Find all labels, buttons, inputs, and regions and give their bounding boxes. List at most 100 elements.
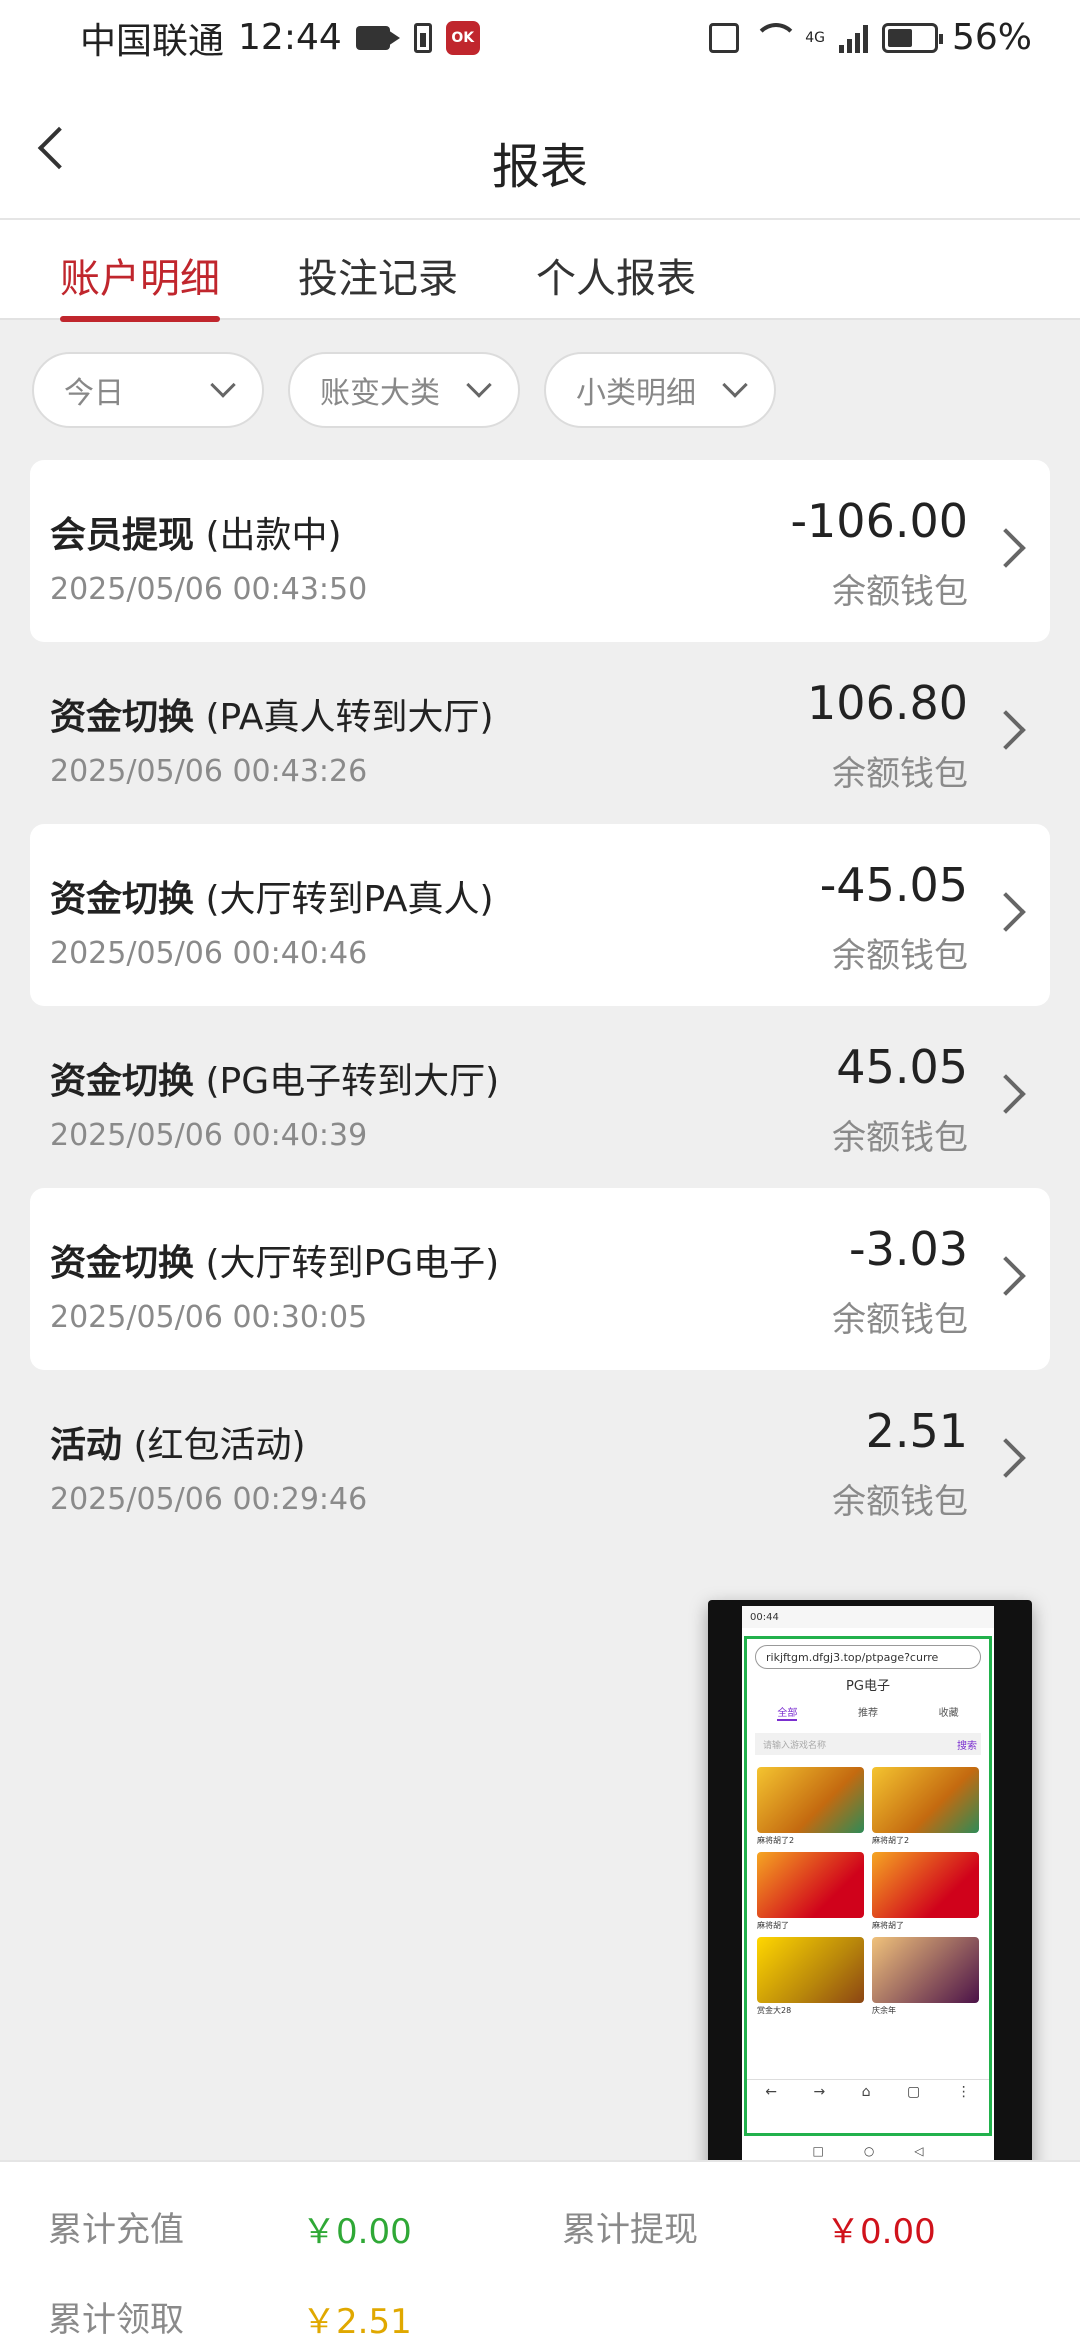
transaction-type: 资金切换 <box>50 697 195 738</box>
tab-account-details[interactable]: 账户明细 <box>60 220 220 322</box>
status-bar: 中国联通 12:44 OK 4G 56% <box>0 0 1080 75</box>
game-name: 麻将胡了 <box>757 1921 789 1930</box>
transaction-detail: (大厅转到PG电子) <box>205 1243 500 1284</box>
transaction-title: 资金切换 (大厅转到PA真人) <box>50 870 494 922</box>
back-icon[interactable]: ← <box>765 2084 777 2100</box>
filter-bar: 今日 账变大类 小类明细 <box>32 352 776 428</box>
category-filter-label: 账变大类 <box>320 376 440 411</box>
total-withdraw-label: 累计提现 <box>562 2210 698 2250</box>
pip-search-input[interactable]: 请输入游戏名称 搜索 <box>755 1733 981 1755</box>
pip-game-tile[interactable]: 赏金大28 <box>757 1937 864 2016</box>
chevron-right-icon <box>986 892 1026 932</box>
transaction-type: 会员提现 <box>50 515 195 556</box>
transaction-detail: (大厅转到PA真人) <box>205 879 494 920</box>
chevron-right-icon <box>986 1256 1026 1296</box>
menu-icon[interactable]: ⋮ <box>957 2084 971 2100</box>
pip-page-title: PG电子 <box>846 1679 890 1694</box>
transaction-row[interactable]: 活动 (红包活动) 2025/05/06 00:29:46 2.51 余额钱包 <box>30 1370 1050 1552</box>
transaction-amount: 106.80 <box>807 676 968 730</box>
pip-search-placeholder: 请输入游戏名称 <box>763 1740 827 1751</box>
subcategory-filter-dropdown[interactable]: 小类明细 <box>544 352 776 428</box>
pip-game-tile[interactable]: 庆余年 <box>872 1937 979 2016</box>
battery-icon <box>881 22 943 53</box>
network-type: 4G <box>805 29 825 46</box>
transaction-detail: (出款中) <box>205 515 342 556</box>
game-thumbnail <box>872 1852 979 1918</box>
transaction-datetime: 2025/05/06 00:30:05 <box>50 1300 368 1335</box>
transaction-amount: -3.03 <box>848 1222 968 1276</box>
transaction-type: 活动 <box>50 1425 123 1466</box>
total-claimed-value: ￥2.51 <box>302 2302 412 2340</box>
summary-footer: 累计充值 ￥0.00 累计提现 ￥0.00 累计领取 ￥2.51 <box>0 2160 1080 2340</box>
pip-tab-recommended[interactable]: 推荐 <box>858 1704 878 1721</box>
date-filter-label: 今日 <box>64 376 124 411</box>
pip-tabs: 全部 推荐 收藏 <box>747 1704 989 1721</box>
battery-alert-icon <box>413 22 432 53</box>
transaction-title: 资金切换 (PA真人转到大厅) <box>50 688 494 740</box>
transaction-datetime: 2025/05/06 00:43:26 <box>50 754 368 789</box>
pip-game-tile[interactable]: 麻将胡了2 <box>757 1767 864 1846</box>
game-name: 麻将胡了2 <box>757 1836 795 1845</box>
pip-url-bar[interactable]: rikjftgm.dfgj3.top/ptpage?curre <box>755 1645 981 1669</box>
transaction-amount: 45.05 <box>836 1040 968 1094</box>
signal-icon <box>838 23 868 53</box>
transaction-detail: (PG电子转到大厅) <box>205 1061 500 1102</box>
pip-game-tile[interactable]: 麻将胡了2 <box>872 1767 979 1846</box>
recents-icon[interactable]: □ <box>812 2144 823 2158</box>
game-name: 庆余年 <box>872 2006 896 2015</box>
wifi-icon <box>753 22 800 53</box>
game-name: 麻将胡了2 <box>872 1836 910 1845</box>
home-icon[interactable]: ⌂ <box>862 2084 871 2100</box>
chevron-down-icon <box>722 372 748 398</box>
pip-tab-all[interactable]: 全部 <box>777 1704 798 1721</box>
pip-clock: 00:44 <box>750 1611 779 1623</box>
pip-tab-favorites[interactable]: 收藏 <box>939 1704 959 1721</box>
transaction-amount: 2.51 <box>865 1404 968 1458</box>
floating-window[interactable]: 00:44 rikjftgm.dfgj3.top/ptpage?curre PG… <box>708 1600 1032 2174</box>
app-header: 报表 <box>0 75 1080 220</box>
date-filter-dropdown[interactable]: 今日 <box>32 352 264 428</box>
tab-personal-report[interactable]: 个人报表 <box>536 220 696 320</box>
game-name: 麻将胡了 <box>872 1921 904 1930</box>
pip-game-tile[interactable]: 麻将胡了 <box>757 1852 864 1931</box>
transaction-datetime: 2025/05/06 00:40:39 <box>50 1118 368 1153</box>
forward-icon[interactable]: → <box>813 2084 825 2100</box>
transaction-title: 资金切换 (大厅转到PG电子) <box>50 1234 499 1286</box>
transaction-wallet: 余额钱包 <box>832 1482 968 1522</box>
transaction-datetime: 2025/05/06 00:40:46 <box>50 936 368 971</box>
chevron-right-icon <box>986 1438 1026 1478</box>
vibrate-icon <box>709 22 740 53</box>
transaction-row[interactable]: 资金切换 (PG电子转到大厅) 2025/05/06 00:40:39 45.0… <box>30 1006 1050 1188</box>
pip-game-tile[interactable]: 麻将胡了 <box>872 1852 979 1931</box>
pip-browser-nav: ← → ⌂ ▢ ⋮ <box>747 2079 989 2103</box>
transaction-row[interactable]: 资金切换 (大厅转到PA真人) 2025/05/06 00:40:46 -45.… <box>30 824 1050 1006</box>
transaction-row[interactable]: 资金切换 (PA真人转到大厅) 2025/05/06 00:43:26 106.… <box>30 642 1050 824</box>
chevron-down-icon <box>466 372 492 398</box>
pip-search-button[interactable]: 搜索 <box>957 1737 977 1752</box>
transaction-type: 资金切换 <box>50 1061 195 1102</box>
clock: 12:44 <box>238 17 342 58</box>
total-claimed-label: 累计领取 <box>48 2300 184 2340</box>
chevron-right-icon <box>986 1074 1026 1114</box>
game-thumbnail <box>757 1767 864 1833</box>
game-thumbnail <box>872 1937 979 2003</box>
carrier-label: 中国联通 <box>80 20 225 62</box>
transaction-type: 资金切换 <box>50 879 195 920</box>
transaction-row[interactable]: 资金切换 (大厅转到PG电子) 2025/05/06 00:30:05 -3.0… <box>30 1188 1050 1370</box>
tab-bet-records[interactable]: 投注记录 <box>298 220 458 320</box>
back-triangle-icon[interactable]: ◁ <box>914 2144 923 2158</box>
subcategory-filter-label: 小类明细 <box>576 376 696 411</box>
chevron-down-icon <box>210 372 236 398</box>
video-camera-icon <box>355 25 400 50</box>
tabs-icon[interactable]: ▢ <box>907 2084 920 2100</box>
report-tabs: 账户明细 投注记录 个人报表 <box>0 220 1080 322</box>
transaction-type: 资金切换 <box>50 1243 195 1284</box>
total-withdraw-value: ￥0.00 <box>826 2212 936 2252</box>
transaction-row[interactable]: 会员提现 (出款中) 2025/05/06 00:43:50 -106.00 余… <box>30 460 1050 642</box>
transaction-list: 会员提现 (出款中) 2025/05/06 00:43:50 -106.00 余… <box>30 460 1050 1552</box>
transaction-wallet: 余额钱包 <box>832 572 968 612</box>
category-filter-dropdown[interactable]: 账变大类 <box>288 352 520 428</box>
app-notification-icon: OK <box>445 20 480 55</box>
home-circle-icon[interactable]: ○ <box>864 2144 874 2158</box>
transaction-detail: (红包活动) <box>133 1425 306 1466</box>
